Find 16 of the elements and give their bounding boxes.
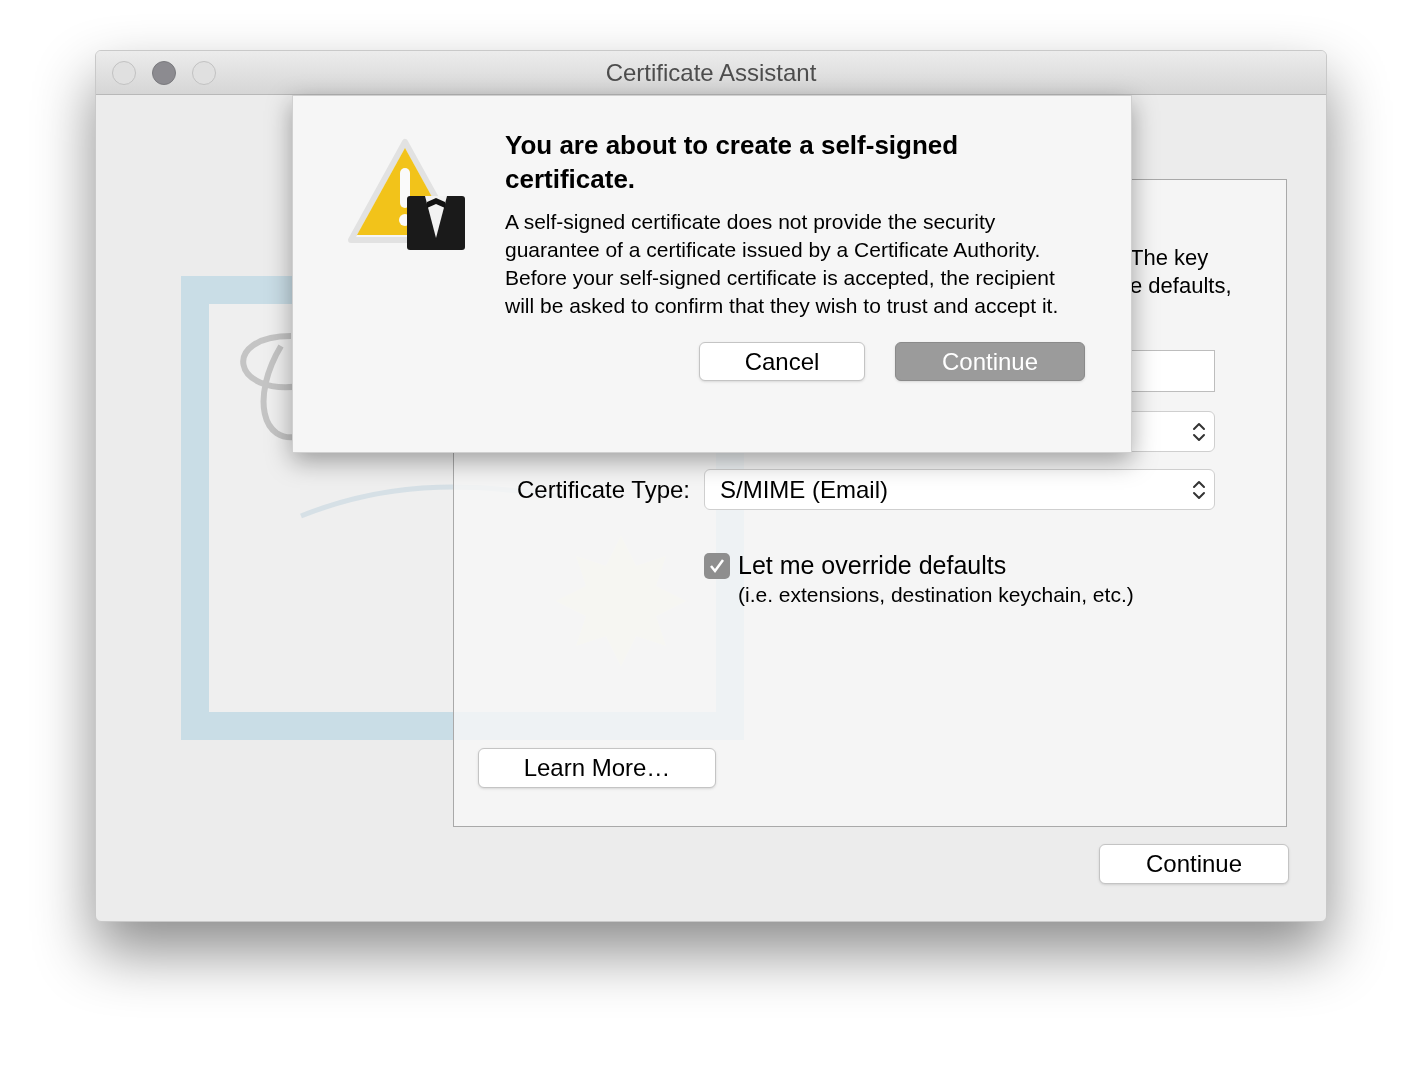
checkbox-label: Let me override defaults [738, 550, 1008, 580]
check-icon [708, 557, 726, 575]
certificate-type-popup[interactable]: S/MIME (Email) [704, 469, 1215, 510]
field-label: Certificate Type: [516, 474, 690, 505]
chevrons-icon [1192, 420, 1206, 443]
intro-text: The key [1130, 244, 1210, 272]
learn-more-button[interactable]: Learn More… [478, 748, 716, 788]
alert-button[interactable]: Cancel [699, 342, 865, 381]
checkbox-note: (i.e. extensions, destination keychain, etc.) [738, 582, 1134, 608]
window-title: Certificate Assistant [605, 57, 817, 88]
alert-message: A self-signed certificate does not provide the security guarantee of a certificate issued by a Certificate Authority. Before your self-signed certificate is accepted, the recipient will be asked to confirm that they wish to trust and accept it. [505, 209, 1060, 319]
chevrons-icon [1192, 478, 1206, 501]
checkbox[interactable] [704, 553, 730, 579]
alert-title: You are about to create a self-signed certificate. [505, 129, 960, 196]
minimize-button[interactable] [152, 61, 176, 85]
continue-button[interactable]: Continue [1099, 844, 1289, 884]
